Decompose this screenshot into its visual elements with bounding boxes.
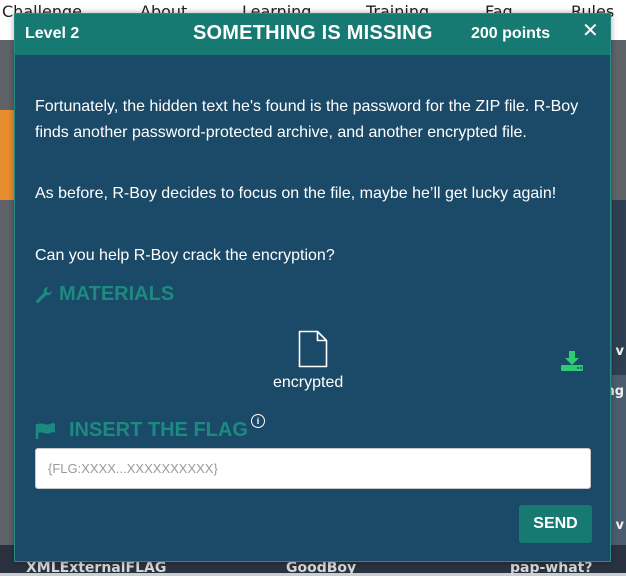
flag-icon bbox=[35, 422, 55, 439]
background-card-accent bbox=[0, 110, 14, 200]
send-button[interactable]: SEND bbox=[519, 505, 592, 543]
download-icon[interactable] bbox=[560, 350, 584, 372]
description-paragraph: As before, R-Boy decides to focus on the… bbox=[35, 185, 557, 202]
description-paragraph: Fortunately, the hidden text he's found … bbox=[35, 98, 579, 141]
challenge-modal: Level 2 SOMETHING IS MISSING 200 points … bbox=[14, 13, 611, 562]
info-icon[interactable]: i bbox=[251, 414, 265, 428]
background-card-peek-text: v bbox=[615, 518, 624, 533]
wrench-icon bbox=[36, 286, 52, 303]
points-label: 200 points bbox=[471, 25, 551, 42]
insert-flag-heading-label: INSERT THE FLAG bbox=[69, 419, 248, 441]
background-card-peek-text: v bbox=[615, 344, 624, 359]
description-paragraph: Can you help R-Boy crack the encryption? bbox=[35, 247, 335, 264]
insert-flag-heading: INSERT THE FLAG bbox=[35, 419, 248, 442]
file-icon[interactable] bbox=[298, 330, 328, 368]
materials-heading: MATERIALS bbox=[35, 283, 174, 306]
background-card-title[interactable]: XMLExternalFLAG bbox=[26, 560, 166, 576]
level-label: Level 2 bbox=[25, 25, 80, 42]
modal-title: SOMETHING IS MISSING bbox=[193, 22, 433, 44]
modal-header: Level 2 SOMETHING IS MISSING 200 points … bbox=[15, 14, 610, 55]
file-name[interactable]: encrypted bbox=[273, 374, 343, 392]
background-card-title[interactable]: pap-what? bbox=[510, 560, 592, 576]
flag-input[interactable] bbox=[35, 448, 591, 489]
close-icon[interactable]: ✕ bbox=[582, 20, 599, 40]
materials-heading-label: MATERIALS bbox=[59, 283, 175, 305]
background-card-title[interactable]: GoodBoy bbox=[286, 560, 356, 576]
